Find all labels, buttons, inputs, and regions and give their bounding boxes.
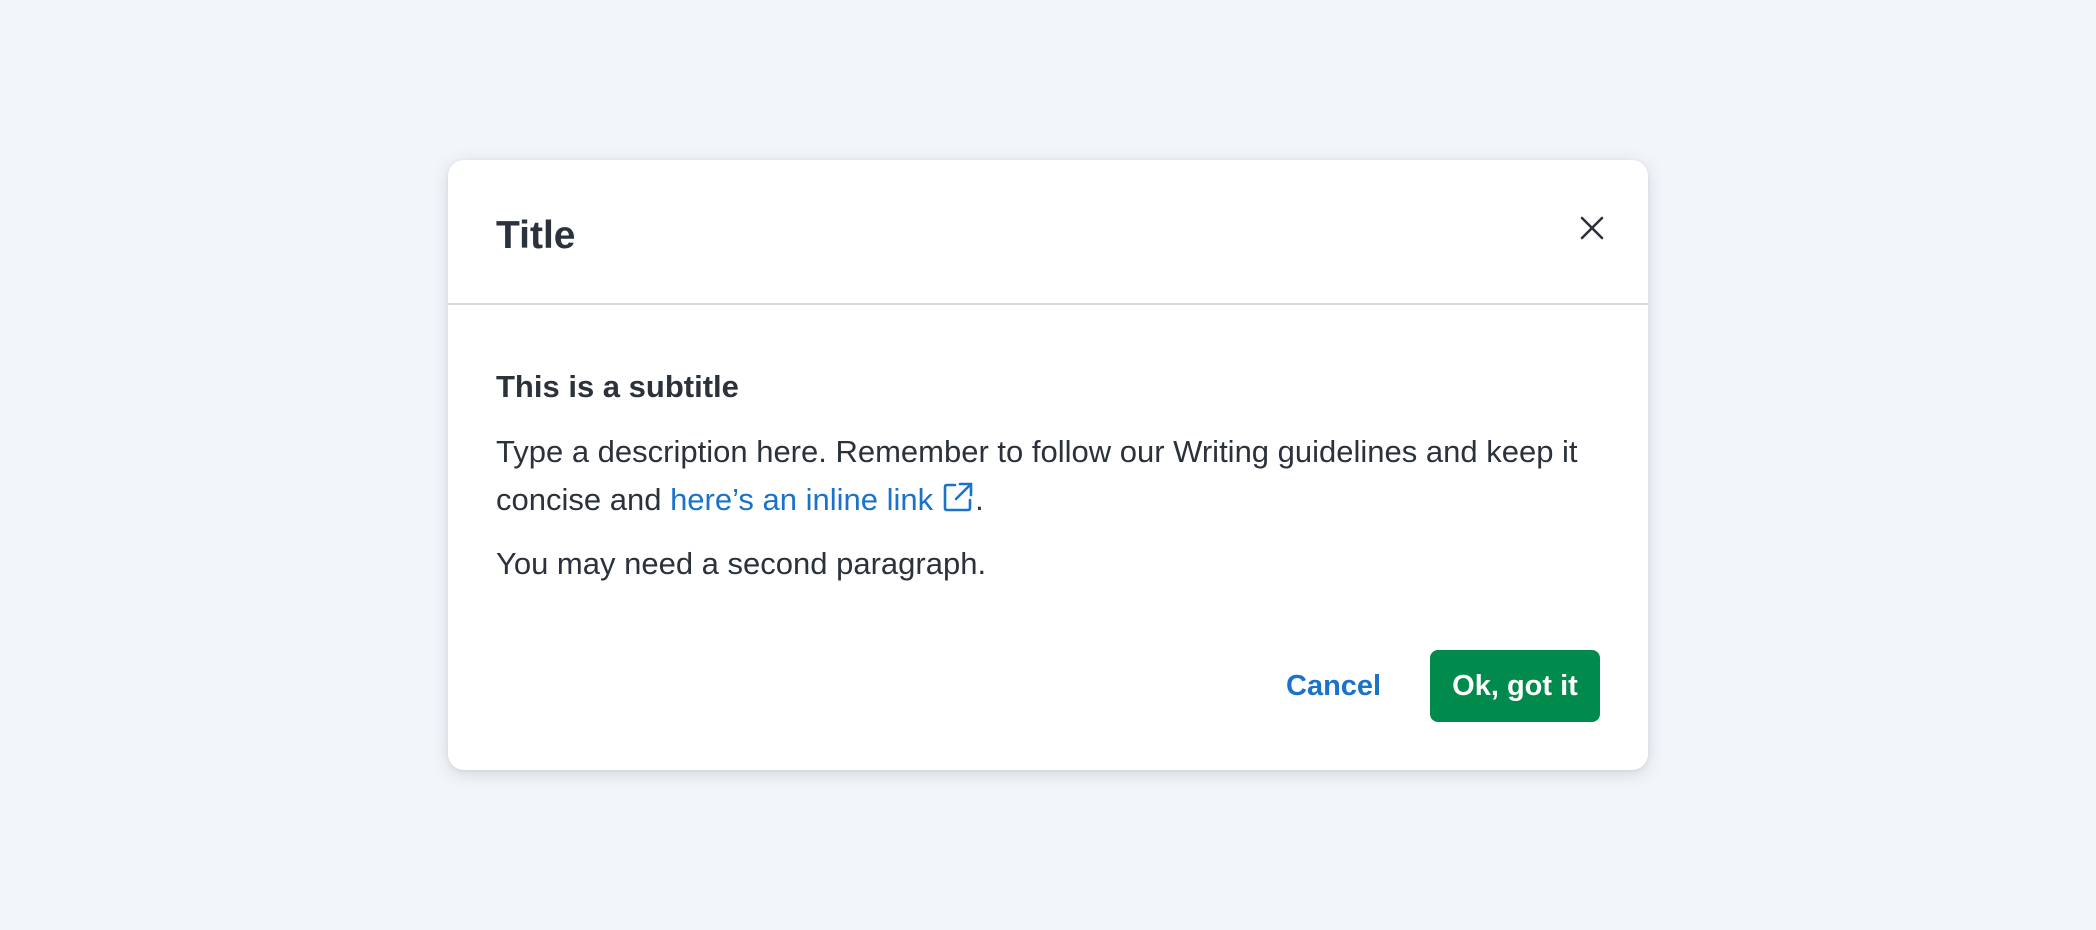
modal-subtitle: This is a subtitle — [496, 369, 739, 404]
description-end: . — [975, 482, 984, 517]
description-text: Type a description here. Remember to fol… — [496, 434, 1578, 517]
inline-link-label: here’s an inline link — [670, 482, 934, 517]
modal-title: Title — [496, 214, 576, 257]
close-icon — [1580, 216, 1604, 240]
second-paragraph: You may need a second paragraph. — [496, 546, 987, 581]
modal-header: Title — [448, 160, 1648, 305]
external-link-icon — [943, 482, 973, 512]
close-button[interactable] — [1572, 208, 1612, 248]
description-paragraph: Type a description here. Remember to fol… — [496, 428, 1606, 524]
confirm-button[interactable]: Ok, got it — [1430, 650, 1600, 722]
modal-dialog: Title This is a subtitle Type a descript… — [448, 160, 1648, 770]
cancel-button[interactable]: Cancel — [1270, 650, 1397, 722]
inline-link[interactable]: here’s an inline link — [670, 482, 975, 517]
